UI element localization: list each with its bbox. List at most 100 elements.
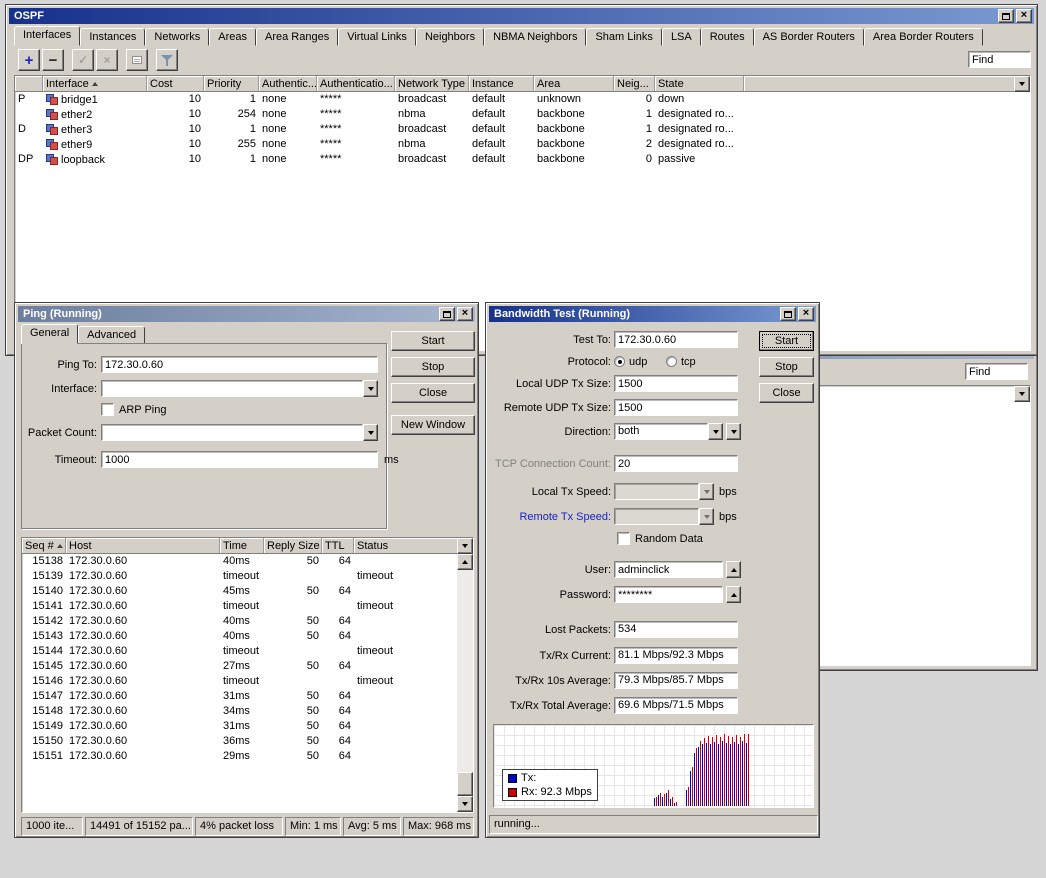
column-header-host[interactable]: Host	[66, 538, 220, 553]
tcp-connection-count-input[interactable]	[614, 455, 738, 472]
tab-instances[interactable]: Instances	[80, 28, 145, 46]
column-select-button[interactable]	[1014, 386, 1030, 402]
table-row[interactable]: 15150172.30.0.6036ms5064	[22, 734, 457, 749]
scroll-down-button[interactable]	[457, 796, 473, 812]
interface-dropdown-button[interactable]	[363, 380, 378, 397]
ospf-close-button[interactable]: ×	[1016, 9, 1032, 23]
column-header-state[interactable]: State	[655, 76, 744, 91]
direction-dropdown-button[interactable]	[708, 423, 723, 440]
column-header-interface[interactable]: Interface	[43, 76, 147, 91]
table-row[interactable]: 15143172.30.0.6040ms5064	[22, 629, 457, 644]
user-input[interactable]	[614, 561, 723, 578]
close-button[interactable]: Close	[391, 383, 475, 403]
scrollbar-thumb[interactable]	[457, 772, 473, 796]
tab-networks[interactable]: Networks	[145, 28, 209, 46]
user-collapse-button[interactable]	[726, 561, 741, 578]
bw-maximize-button[interactable]	[780, 307, 796, 321]
filter-button[interactable]	[156, 49, 178, 71]
protocol-udp-radio[interactable]	[614, 356, 625, 367]
add-button[interactable]: +	[18, 49, 40, 71]
table-row[interactable]: Dether3101none*****broadcastdefaultbackb…	[15, 122, 1030, 137]
table-row[interactable]: 15149172.30.0.6031ms5064	[22, 719, 457, 734]
tab-areas[interactable]: Areas	[209, 28, 256, 46]
remote-udp-tx-size-input[interactable]	[614, 399, 738, 416]
start-button[interactable]: Start	[759, 331, 814, 351]
protocol-tcp-radio[interactable]	[666, 356, 677, 367]
table-row[interactable]: 15138172.30.0.6040ms5064	[22, 554, 457, 569]
table-row[interactable]: Pbridge1101none*****broadcastdefaultunkn…	[15, 92, 1030, 107]
column-select-button[interactable]	[1014, 76, 1030, 92]
column-header-reply-size[interactable]: Reply Size	[264, 538, 322, 553]
tab-virtual-links[interactable]: Virtual Links	[338, 28, 416, 46]
table-row[interactable]: 15141172.30.0.60timeouttimeout	[22, 599, 457, 614]
new-window-button[interactable]: New Window	[391, 415, 475, 435]
table-row[interactable]: 15144172.30.0.60timeouttimeout	[22, 644, 457, 659]
table-row[interactable]: 15147172.30.0.6031ms5064	[22, 689, 457, 704]
tab-area-ranges[interactable]: Area Ranges	[256, 28, 338, 46]
tab-lsa[interactable]: LSA	[662, 28, 701, 46]
table-row[interactable]: DPloopback101none*****broadcastdefaultba…	[15, 152, 1030, 167]
vertical-scrollbar[interactable]	[457, 554, 473, 812]
tab-neighbors[interactable]: Neighbors	[416, 28, 484, 46]
tab-sham-links[interactable]: Sham Links	[586, 28, 661, 46]
column-header-cost[interactable]: Cost	[147, 76, 204, 91]
remove-button[interactable]: −	[42, 49, 64, 71]
column-header-status[interactable]: Status	[354, 538, 458, 553]
table-row[interactable]: 15148172.30.0.6034ms5064	[22, 704, 457, 719]
tab-general[interactable]: General	[21, 324, 78, 344]
bw-close-button[interactable]: ×	[798, 307, 814, 321]
tab-as-border-routers[interactable]: AS Border Routers	[754, 28, 864, 46]
ospf-titlebar[interactable]: OSPF ×	[9, 8, 1034, 24]
arp-ping-checkbox[interactable]	[101, 403, 114, 416]
find-input[interactable]	[965, 363, 1028, 380]
tab-routes[interactable]: Routes	[701, 28, 754, 46]
column-header-network-type[interactable]: Network Type	[395, 76, 469, 91]
column-header-authentic[interactable]: Authentic...	[259, 76, 317, 91]
test-to-input[interactable]	[614, 331, 738, 348]
remote-tx-speed-dropdown-button[interactable]	[699, 508, 714, 525]
table-row[interactable]: ether210254none*****nbmadefaultbackbone1…	[15, 107, 1030, 122]
random-data-checkbox[interactable]	[617, 532, 630, 545]
password-collapse-button[interactable]	[726, 586, 741, 603]
column-header-area[interactable]: Area	[534, 76, 614, 91]
local-tx-speed-combobox[interactable]	[614, 483, 699, 500]
tab-nbma-neighbors[interactable]: NBMA Neighbors	[484, 28, 586, 46]
table-row[interactable]: 15139172.30.0.60timeouttimeout	[22, 569, 457, 584]
table-row[interactable]: 15146172.30.0.60timeouttimeout	[22, 674, 457, 689]
table-row[interactable]: 15151172.30.0.6029ms5064	[22, 749, 457, 764]
column-select-button[interactable]	[457, 538, 473, 554]
column-header-instance[interactable]: Instance	[469, 76, 534, 91]
bandwidth-titlebar[interactable]: Bandwidth Test (Running) ×	[489, 306, 816, 322]
ping-maximize-button[interactable]	[439, 307, 455, 321]
column-header-authenticatio[interactable]: Authenticatio...	[317, 76, 395, 91]
start-button[interactable]: Start	[391, 331, 475, 351]
ping-titlebar[interactable]: Ping (Running) ×	[18, 306, 475, 322]
close-button[interactable]: Close	[759, 383, 814, 403]
packet-count-combobox[interactable]	[101, 424, 363, 441]
local-udp-tx-size-input[interactable]	[614, 375, 738, 392]
remote-tx-speed-combobox[interactable]	[614, 508, 699, 525]
find-input[interactable]	[968, 51, 1031, 68]
table-row[interactable]: 15142172.30.0.6040ms5064	[22, 614, 457, 629]
stop-button[interactable]: Stop	[759, 357, 814, 377]
tab-interfaces[interactable]: Interfaces	[14, 26, 80, 46]
ospf-maximize-button[interactable]	[998, 9, 1014, 23]
enable-button[interactable]: ✓	[72, 49, 94, 71]
table-row[interactable]: 15140172.30.0.6045ms5064	[22, 584, 457, 599]
direction-combobox[interactable]: both	[614, 423, 708, 440]
ping-close-button[interactable]: ×	[457, 307, 473, 321]
column-header-flags[interactable]	[15, 76, 43, 91]
disable-button[interactable]: ×	[96, 49, 118, 71]
comment-button[interactable]	[126, 49, 148, 71]
table-row[interactable]: ether910255none*****nbmadefaultbackbone2…	[15, 137, 1030, 152]
interface-combobox[interactable]	[101, 380, 363, 397]
column-header-neig[interactable]: Neig...	[614, 76, 655, 91]
ping-to-input[interactable]	[101, 356, 378, 373]
direction-extra-dropdown-button[interactable]	[726, 423, 741, 440]
column-header-priority[interactable]: Priority	[204, 76, 259, 91]
tab-area-border-routers[interactable]: Area Border Routers	[864, 28, 983, 46]
table-row[interactable]: 15145172.30.0.6027ms5064	[22, 659, 457, 674]
column-header-seq[interactable]: Seq #	[22, 538, 66, 553]
local-tx-speed-dropdown-button[interactable]	[699, 483, 714, 500]
packet-count-dropdown-button[interactable]	[363, 424, 378, 441]
